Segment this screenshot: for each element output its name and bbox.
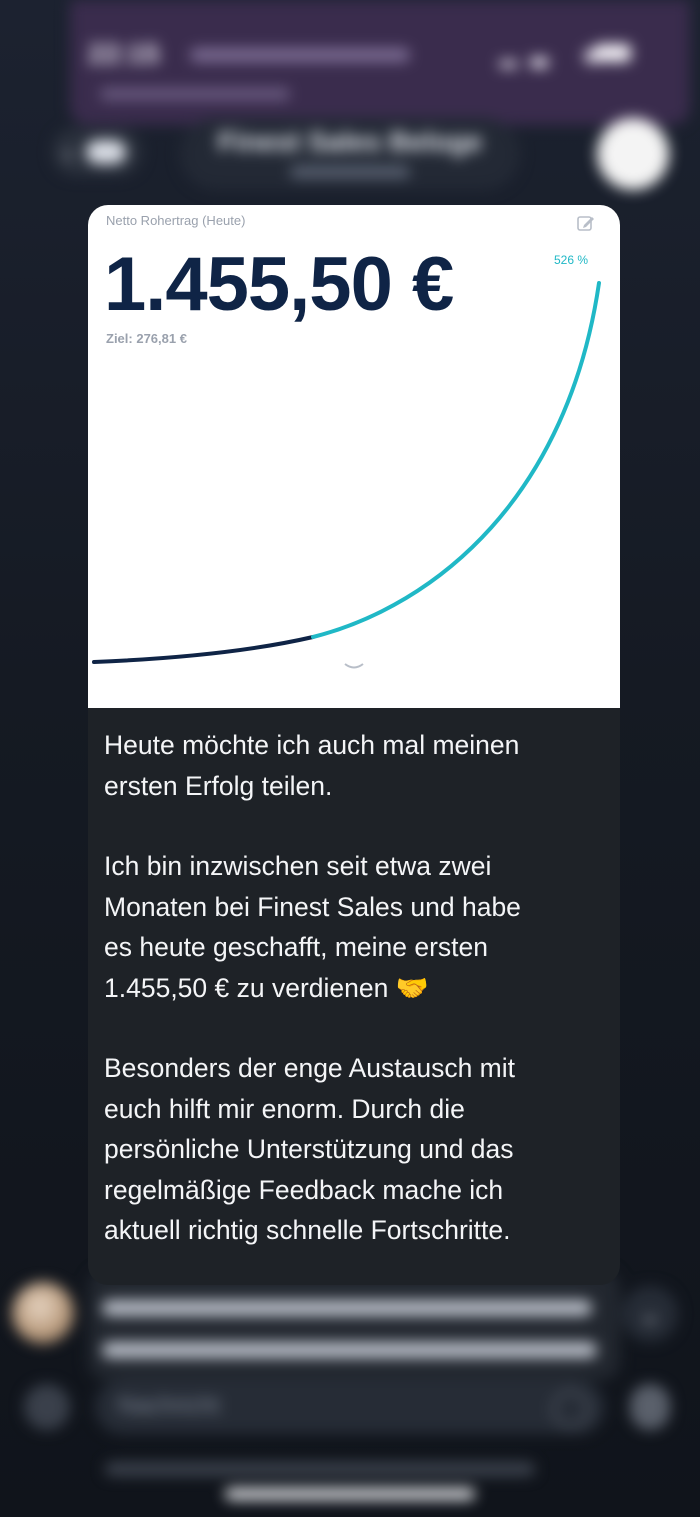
chevron-left-icon: ‹ — [64, 138, 73, 168]
chat-avatar[interactable] — [597, 118, 669, 190]
blurred-text-line — [105, 1462, 535, 1476]
progress-line-start — [92, 635, 315, 664]
scroll-down-button[interactable]: ⌄ — [622, 1286, 678, 1342]
message-text: Heute möchte ich auch mal meinen ersten … — [104, 725, 604, 1285]
message-paragraph: Heute möchte ich auch mal meinen ersten … — [104, 730, 520, 801]
microphone-button[interactable] — [630, 1384, 670, 1430]
unread-count-badge — [86, 140, 126, 164]
message-paragraph: Ich bin inzwischen seit etwa zwei Monate… — [104, 851, 521, 1003]
message-paragraph: Besonders der enge Austausch mit euch hi… — [104, 1053, 515, 1245]
chevron-down-icon — [344, 663, 364, 669]
edit-icon — [577, 216, 594, 231]
metric-label: Netto Rohertrag (Heute) — [106, 213, 246, 228]
gross-profit-amount: 1.455,50 € — [104, 242, 454, 327]
sender-avatar[interactable] — [12, 1282, 74, 1344]
notification-text-line — [100, 88, 290, 100]
blurred-text-line — [102, 1342, 597, 1358]
home-indicator — [225, 1488, 475, 1500]
attach-button[interactable] — [24, 1384, 70, 1430]
message-bubble[interactable]: Netto Rohertrag (Heute) 526 % 1.455,50 €… — [88, 205, 620, 1285]
status-time: 22:15 — [88, 38, 160, 69]
message-input-placeholder: Nachricht — [118, 1392, 220, 1419]
sticker-icon[interactable] — [552, 1390, 590, 1428]
goal-label: Ziel: 276,81 € — [106, 331, 187, 346]
blurred-text-line — [102, 1300, 592, 1316]
next-message-bubble — [88, 1270, 620, 1380]
chat-title: Finest Sales Beloge — [217, 126, 483, 157]
notification-text — [190, 48, 410, 62]
chat-subtitle — [290, 166, 410, 178]
progress-line-end — [311, 281, 601, 639]
percent-of-goal: 526 % — [554, 253, 589, 267]
chat-screen: 22:15 ▂▃ ◉ ‹ Finest Sales Beloge ⌄ Nachr… — [0, 0, 700, 1517]
battery-icon — [595, 44, 631, 62]
attached-screenshot[interactable]: Netto Rohertrag (Heute) 526 % 1.455,50 €… — [88, 205, 620, 708]
